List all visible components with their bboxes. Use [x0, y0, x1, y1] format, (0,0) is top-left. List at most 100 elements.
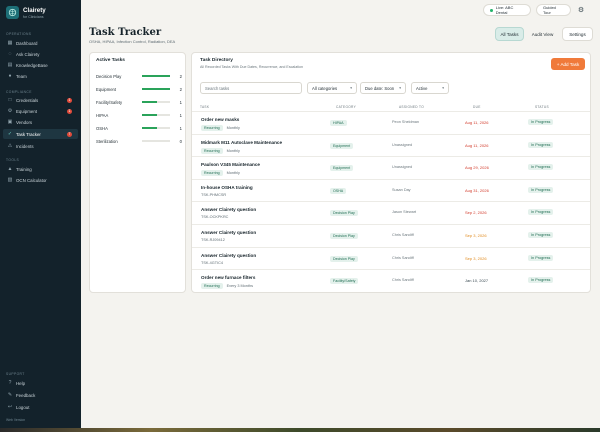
active-task-label: Decision Play	[96, 73, 122, 79]
tab-all-tasks[interactable]: All Tasks	[495, 27, 524, 41]
due-date-filter-select[interactable]: Due date: Soon ▾	[360, 82, 406, 94]
sidebar-item-vendors[interactable]: ▣ Vendors	[3, 117, 78, 127]
sidebar-item-logout[interactable]: ↩ Logout	[3, 402, 78, 412]
task-name[interactable]: Order new masks	[201, 117, 239, 122]
active-task-count: 2	[179, 86, 182, 92]
sidebar-item-equipment[interactable]: ⚙ Equipment 1	[3, 106, 78, 116]
task-name[interactable]: Answer Clairety question	[201, 207, 256, 212]
task-name[interactable]: In-house OSHA training	[201, 185, 253, 190]
table-row[interactable]: Answer Clairety question TSK-4GTIC4 Decisi…	[192, 246, 590, 270]
table-row[interactable]: Order new masks Recurring Monthly HIPAA Peon…	[192, 111, 590, 134]
sidebar-item-credentials[interactable]: □ Credentials 1	[3, 95, 78, 105]
task-name[interactable]: Order new furnace filters	[201, 275, 255, 280]
active-task-row[interactable]: Facility/Safety 1	[96, 98, 182, 106]
sidebar-item-feedback[interactable]: ✎ Feedback	[3, 390, 78, 400]
sidebar-item-label: Logout	[16, 404, 30, 410]
task-meta-group: TSK-RJ09412	[201, 238, 225, 242]
active-task-row[interactable]: Equipment 2	[96, 85, 182, 93]
gear-icon[interactable]: ⚙	[576, 5, 586, 15]
active-task-count: 1	[179, 112, 182, 118]
active-task-row[interactable]: OSHA 1	[96, 124, 182, 132]
task-meta-group: TSK-4GTIC4	[201, 261, 223, 265]
task-meta: Monthly	[226, 126, 240, 130]
guided-tour-label: Guided Tour	[543, 5, 556, 15]
status-filter-select[interactable]: Active ▾	[411, 82, 449, 94]
brand[interactable]: Clairety for Clinicians	[6, 6, 46, 19]
table-row[interactable]: Answer Clairety question TSK-OCKPKRC Decis…	[192, 201, 590, 224]
column-header-status: STATUS	[535, 105, 549, 109]
status-badge: In Progress	[528, 232, 554, 238]
due-date: Sep 2, 2026	[465, 210, 487, 216]
sidebar-item-help[interactable]: ? Help	[3, 378, 78, 388]
alert-icon: ⚠	[7, 143, 13, 149]
task-meta: Monthly	[226, 148, 240, 153]
live-location-pill[interactable]: Live: ABC Dental	[483, 4, 531, 16]
sidebar-item-training[interactable]: ▲ Training	[3, 164, 78, 174]
sidebar-item-knowledgebase[interactable]: ▤ KnowledgeBase	[3, 60, 78, 70]
page-title: Task Tracker	[89, 27, 162, 38]
due-date: Aug 31, 2026	[465, 187, 489, 193]
task-name[interactable]: Midmark M11 Autoclave Maintenance	[201, 140, 282, 145]
column-header-task: TASK	[200, 105, 210, 109]
sidebar-item-incidents[interactable]: ⚠ Incidents	[3, 141, 78, 151]
category-filter-value: All categories	[312, 85, 338, 91]
active-task-row[interactable]: HIPAA 1	[96, 111, 182, 119]
recurring-chip: Recurring	[201, 125, 223, 131]
tab-audit-view[interactable]: Audit View	[527, 27, 558, 41]
task-meta-group: TSK-PHMCSR	[201, 193, 226, 197]
sidebar-item-task-tracker[interactable]: ✓ Task Tracker 7	[3, 129, 78, 139]
category-filter-select[interactable]: All categories ▾	[307, 82, 357, 94]
desktop-taskbar-strip	[0, 428, 600, 432]
task-name[interactable]: Paulson V345 Maintenance	[201, 162, 260, 167]
sidebar-item-label: Task Tracker	[16, 131, 41, 137]
add-task-button[interactable]: + Add Task	[551, 58, 585, 70]
section-label-operations: OPERATIONS	[6, 32, 32, 36]
sidebar-item-ocn-calculator[interactable]: ▧ OCN Calculator	[3, 175, 78, 185]
column-header-category: CATEGORY	[336, 105, 356, 109]
task-name[interactable]: Answer Clairety question	[201, 230, 256, 235]
sidebar-item-ask-clairety[interactable]: ◌ Ask Clairety	[3, 49, 78, 59]
status-badge: In Progress	[528, 141, 554, 148]
sidebar-item-team[interactable]: ● Team	[3, 71, 78, 81]
due-date: Aug 11, 2026	[465, 142, 489, 148]
feedback-icon: ✎	[7, 392, 13, 398]
task-meta: TSK-PHMCSR	[201, 192, 227, 197]
table-row[interactable]: Order new furnace filters Recurring Every …	[192, 269, 590, 292]
task-meta: TSK-4GTIC4	[201, 260, 223, 265]
brain-logo-icon	[6, 6, 19, 19]
chevron-down-icon: ▾	[442, 86, 444, 90]
active-task-row[interactable]: Decision Play 2	[96, 72, 182, 80]
category-chip: Decision Play	[330, 255, 358, 262]
status-badge: In Progress	[528, 164, 554, 171]
version-label: Web Version	[6, 418, 26, 422]
recurring-chip: Recurring	[201, 170, 223, 177]
due-date: Jan 10, 2027	[465, 278, 489, 284]
status-badge: In Progress	[528, 277, 554, 284]
category-chip: Decision Play	[330, 233, 358, 239]
search-input[interactable]	[200, 82, 302, 94]
assigned-to: Chris Sandiff	[392, 278, 414, 283]
chevron-down-icon: ▾	[399, 86, 401, 90]
table-row[interactable]: Answer Clairety question TSK-RJ09412 Decis…	[192, 224, 590, 247]
brand-subtitle: for Clinicians	[23, 14, 44, 19]
guided-tour-button[interactable]: Guided Tour	[536, 4, 571, 16]
due-date: Aug 11, 2026	[465, 120, 489, 125]
tab-settings[interactable]: Settings	[562, 27, 593, 41]
category-chip: OSHA	[330, 187, 347, 194]
active-task-label: HIPAA	[96, 112, 109, 118]
task-name[interactable]: Answer Clairety question	[201, 253, 256, 258]
table-row[interactable]: Paulson V345 Maintenance Recurring Monthly…	[192, 156, 590, 179]
sidebar-item-label: Team	[16, 73, 27, 79]
sidebar-item-dashboard[interactable]: ▦ Dashboard	[3, 38, 78, 48]
table-row[interactable]: In-house OSHA training TSK-PHMCSR OSHA Susa…	[192, 178, 590, 202]
sidebar-item-label: KnowledgeBase	[16, 62, 48, 68]
category-chip: Decision Play	[330, 210, 358, 217]
active-task-progress-bar	[142, 75, 170, 77]
assigned-to: Unassigned	[392, 142, 413, 147]
active-task-progress-fill	[142, 101, 158, 103]
table-row[interactable]: Midmark M11 Autoclave Maintenance Recurri…	[192, 133, 590, 157]
active-task-row[interactable]: Sterilization 0	[96, 137, 182, 145]
status-badge: In Progress	[528, 186, 554, 193]
status-badge: In Progress	[528, 209, 554, 216]
active-task-progress-bar	[142, 140, 170, 142]
